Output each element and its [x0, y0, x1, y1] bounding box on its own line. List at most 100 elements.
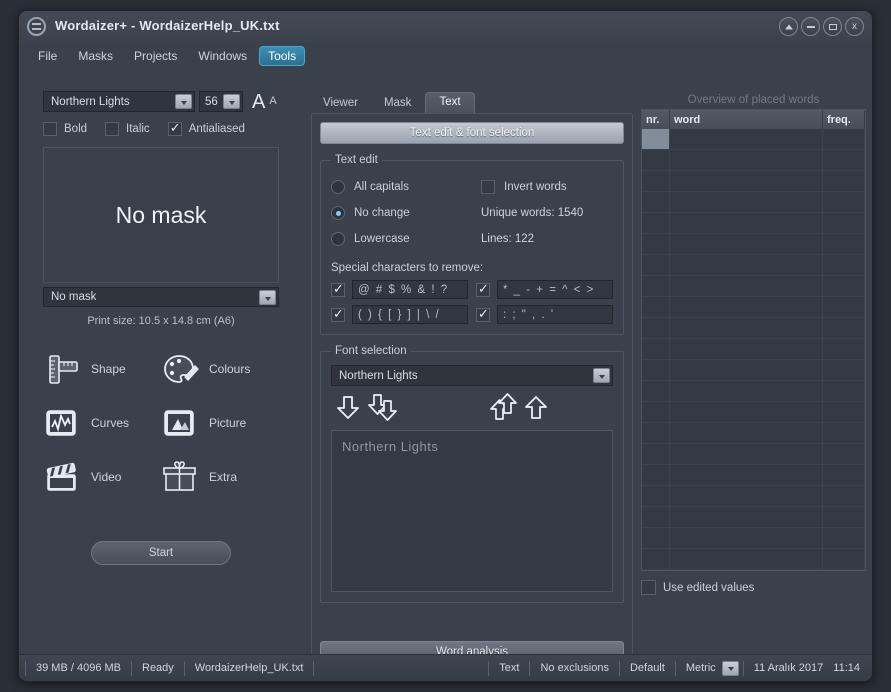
table-cell-freq[interactable] — [823, 234, 865, 254]
chevron-down-icon[interactable] — [593, 368, 610, 383]
table-row[interactable] — [642, 171, 865, 192]
table-cell-word[interactable] — [670, 297, 823, 317]
table-cell-word[interactable] — [670, 192, 823, 212]
tool-picture[interactable]: Picture — [161, 405, 279, 441]
table-row[interactable] — [642, 402, 865, 423]
table-cell-freq[interactable] — [823, 423, 865, 443]
rollup-button[interactable] — [779, 17, 798, 36]
table-cell-nr[interactable] — [642, 297, 670, 317]
table-cell-freq[interactable] — [823, 549, 865, 569]
table-cell-freq[interactable] — [823, 339, 865, 359]
invert-words-row[interactable]: Invert words — [481, 174, 613, 200]
table-cell-nr[interactable] — [642, 276, 670, 296]
radio-lowercase-control[interactable] — [331, 232, 345, 246]
antialiased-checkbox[interactable] — [167, 120, 182, 136]
table-cell-nr[interactable] — [642, 549, 670, 569]
radio-lowercase[interactable]: Lowercase — [331, 226, 481, 252]
table-cell-nr[interactable] — [642, 465, 670, 485]
table-cell-nr[interactable] — [642, 192, 670, 212]
chevron-down-icon[interactable] — [259, 290, 276, 305]
maximize-button[interactable] — [823, 17, 842, 36]
table-cell-freq[interactable] — [823, 486, 865, 506]
table-row[interactable] — [642, 381, 865, 402]
status-units[interactable]: Metric — [674, 660, 718, 676]
table-row[interactable] — [642, 318, 865, 339]
table-row[interactable] — [642, 507, 865, 528]
table-cell-freq[interactable] — [823, 276, 865, 296]
table-cell-nr[interactable] — [642, 255, 670, 275]
close-button[interactable]: x — [845, 17, 864, 36]
table-cell-word[interactable] — [670, 276, 823, 296]
font-family-select[interactable]: Northern Lights — [43, 91, 195, 112]
status-exclusions[interactable]: No exclusions — [529, 660, 618, 676]
table-cell-freq[interactable] — [823, 297, 865, 317]
table-cell-freq[interactable] — [823, 381, 865, 401]
menu-item-projects[interactable]: Projects — [125, 46, 186, 66]
table-row[interactable] — [642, 192, 865, 213]
tool-shape[interactable]: Shape — [43, 351, 161, 387]
table-cell-freq[interactable] — [823, 150, 865, 170]
table-cell-freq[interactable] — [823, 213, 865, 233]
tool-extra[interactable]: Extra — [161, 459, 279, 495]
table-cell-freq[interactable] — [823, 507, 865, 527]
font-small-a-icon[interactable]: A — [269, 96, 276, 107]
table-cell-nr[interactable] — [642, 486, 670, 506]
table-cell-word[interactable] — [670, 171, 823, 191]
table-cell-word[interactable] — [670, 234, 823, 254]
minimize-button[interactable] — [801, 17, 820, 36]
menu-item-windows[interactable]: Windows — [189, 46, 256, 66]
column-header-word[interactable]: word — [670, 110, 823, 129]
table-cell-nr[interactable] — [642, 213, 670, 233]
table-row[interactable] — [642, 297, 865, 318]
table-row[interactable] — [642, 423, 865, 444]
table-row[interactable] — [642, 486, 865, 507]
table-cell-nr[interactable] — [642, 444, 670, 464]
table-cell-word[interactable] — [670, 318, 823, 338]
table-cell-nr[interactable] — [642, 381, 670, 401]
table-cell-nr[interactable] — [642, 171, 670, 191]
use-edited-values-checkbox[interactable] — [641, 580, 656, 595]
table-cell-nr[interactable] — [642, 507, 670, 527]
table-cell-freq[interactable] — [823, 318, 865, 338]
tab-mask[interactable]: Mask — [371, 94, 424, 113]
table-cell-word[interactable] — [670, 129, 823, 149]
mask-preview[interactable]: No mask — [43, 147, 279, 283]
table-cell-nr[interactable] — [642, 150, 670, 170]
table-cell-freq[interactable] — [823, 192, 865, 212]
table-cell-word[interactable] — [670, 150, 823, 170]
table-cell-word[interactable] — [670, 528, 823, 548]
chevron-down-icon[interactable] — [223, 94, 240, 109]
table-cell-freq[interactable] — [823, 129, 865, 149]
bold-checkbox[interactable] — [43, 122, 57, 136]
table-cell-nr[interactable] — [642, 360, 670, 380]
move-up-one-icon[interactable] — [519, 392, 553, 422]
table-row[interactable] — [642, 255, 865, 276]
start-button[interactable]: Start — [91, 541, 231, 565]
table-cell-word[interactable] — [670, 444, 823, 464]
menu-circle-icon[interactable] — [27, 17, 46, 36]
special-chars-field-1[interactable]: @ # $ % & ! ? — [352, 280, 468, 299]
move-down-one-icon[interactable] — [331, 392, 365, 422]
table-cell-freq[interactable] — [823, 444, 865, 464]
table-cell-nr[interactable] — [642, 423, 670, 443]
table-cell-word[interactable] — [670, 507, 823, 527]
table-cell-word[interactable] — [670, 381, 823, 401]
table-cell-word[interactable] — [670, 339, 823, 359]
table-row[interactable] — [642, 360, 865, 381]
table-cell-word[interactable] — [670, 402, 823, 422]
tab-text[interactable]: Text — [425, 92, 475, 113]
special-chars-checkbox-3[interactable] — [331, 306, 345, 322]
table-cell-freq[interactable] — [823, 171, 865, 191]
menu-item-masks[interactable]: Masks — [69, 46, 122, 66]
table-row[interactable] — [642, 528, 865, 549]
table-row[interactable] — [642, 234, 865, 255]
tab-viewer[interactable]: Viewer — [311, 94, 370, 113]
tool-video[interactable]: Video — [43, 459, 161, 495]
table-cell-nr[interactable] — [642, 318, 670, 338]
radio-no-change-control[interactable] — [331, 206, 345, 220]
table-cell-freq[interactable] — [823, 360, 865, 380]
table-row[interactable] — [642, 465, 865, 486]
menu-item-file[interactable]: File — [29, 46, 66, 66]
special-chars-field-4[interactable]: : ; " , . ' — [497, 305, 613, 324]
special-chars-checkbox-4[interactable] — [476, 306, 490, 322]
